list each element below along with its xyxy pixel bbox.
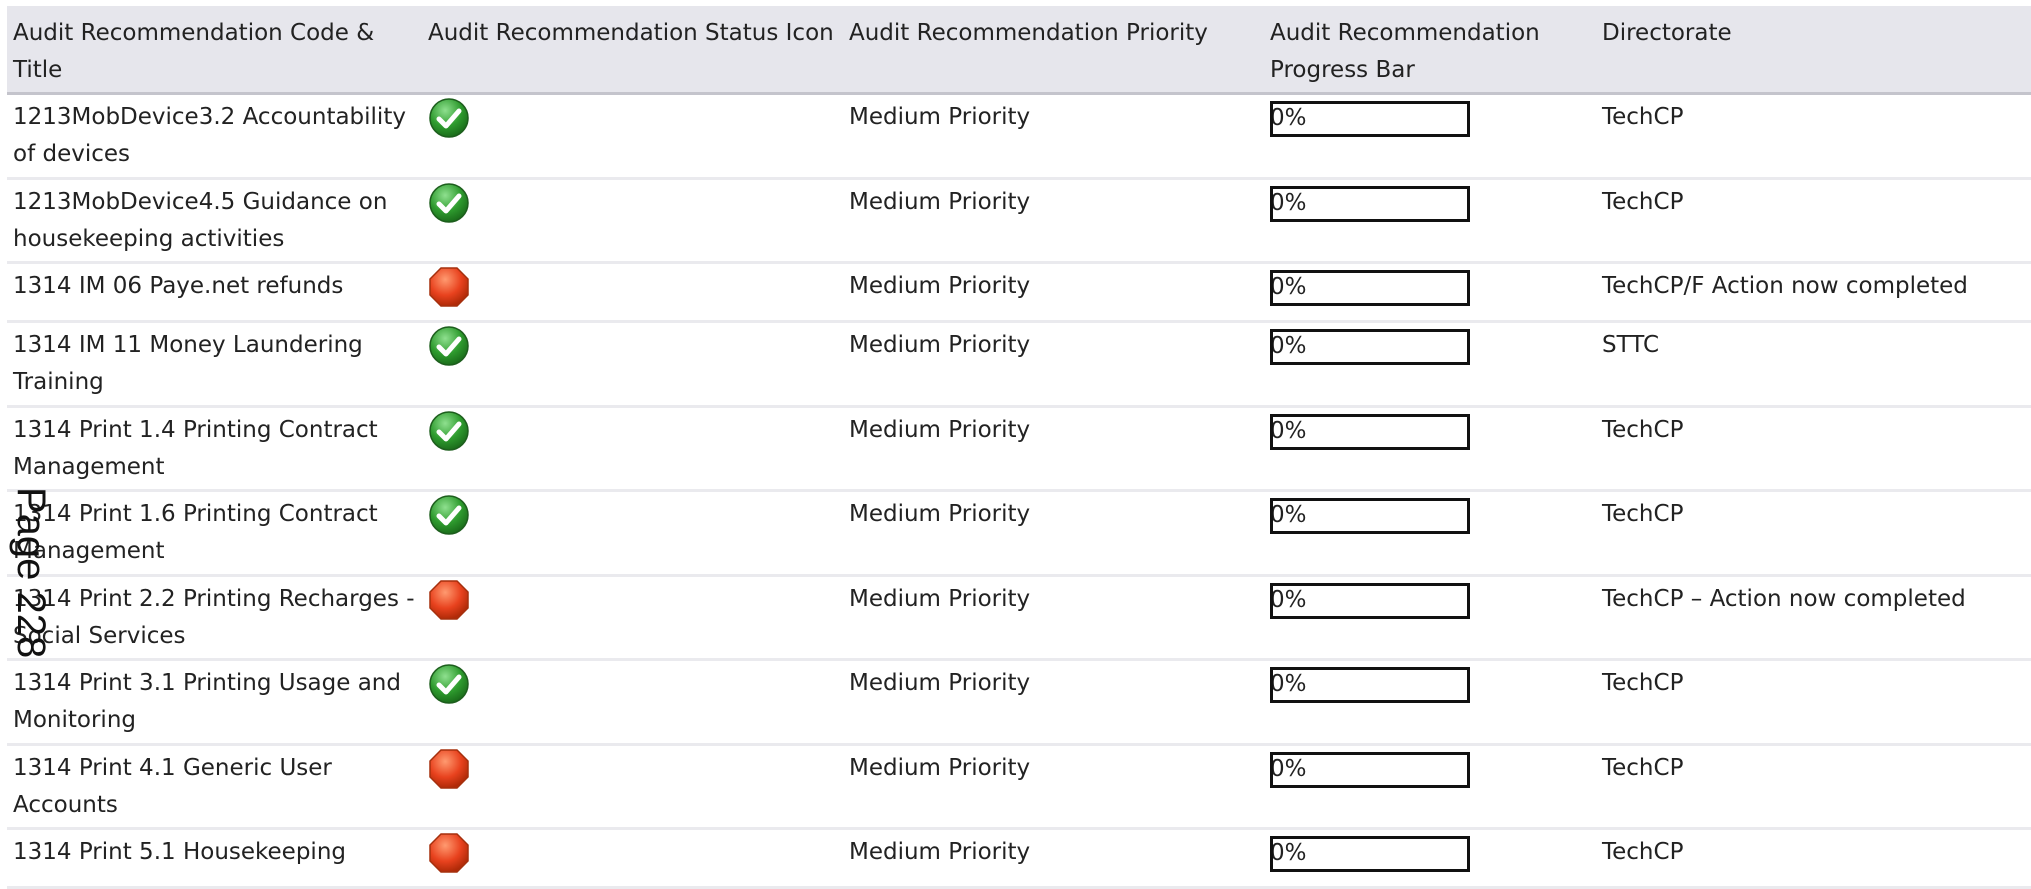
priority-text: Medium Priority (843, 321, 1264, 408)
table-row: 1213MobDevice4.5 Guidance on housekeepin… (7, 178, 2031, 264)
stop-icon (428, 748, 470, 790)
directorate-text: TechCP (1596, 659, 2031, 746)
progress-cell: 0% (1264, 93, 1596, 180)
status-icon-cell (422, 490, 843, 577)
priority-text: Medium Priority (843, 262, 1264, 323)
progress-cell: 0% (1264, 406, 1596, 492)
header-status-icon: Audit Recommendation Status Icon (422, 6, 843, 95)
progress-bar: 0% (1270, 836, 1470, 872)
priority-text: Medium Priority (843, 575, 1264, 661)
directorate-text: TechCP (1596, 490, 2031, 577)
progress-percent: 0% (1270, 586, 1307, 613)
recommendation-code-title: 1314 IM 11 Money Laundering Training (7, 321, 422, 408)
recommendation-code-title: 1314 Print 1.4 Printing Contract Managem… (7, 406, 422, 492)
progress-cell: 0% (1264, 828, 1596, 889)
progress-cell: 0% (1264, 575, 1596, 661)
check-icon (428, 182, 470, 224)
directorate-text: TechCP (1596, 744, 2031, 830)
header-code-title: Audit Recommendation Code & Title (7, 6, 422, 95)
progress-percent: 0% (1270, 274, 1307, 300)
progress-cell: 0% (1264, 744, 1596, 830)
status-icon-cell (422, 93, 843, 180)
recommendation-code-title: 1314 IM 06 Paye.net refunds (7, 262, 422, 323)
progress-bar: 0% (1270, 498, 1470, 534)
recommendation-code-title: 1314 Print 4.1 Generic User Accounts (7, 744, 422, 830)
progress-percent: 0% (1270, 417, 1307, 444)
recommendation-code-title: 1314 Print 3.1 Printing Usage and Monito… (7, 659, 422, 746)
progress-percent: 0% (1270, 840, 1307, 866)
directorate-text: TechCP/F Action now completed (1596, 262, 2031, 323)
table-body: 1213MobDevice3.2 Accountability of devic… (7, 93, 2031, 889)
recommendation-code-title: 1314 Print 5.1 Housekeeping (7, 828, 422, 889)
directorate-text: STTC (1596, 321, 2031, 408)
status-icon-cell (422, 406, 843, 492)
progress-bar: 0% (1270, 413, 1470, 450)
stop-icon (428, 579, 470, 621)
recommendation-code-title: 1213MobDevice4.5 Guidance on housekeepin… (7, 178, 422, 264)
status-icon-cell (422, 744, 843, 830)
priority-text: Medium Priority (843, 406, 1264, 492)
check-icon (428, 410, 470, 452)
check-icon (428, 494, 470, 536)
table-row: 1213MobDevice3.2 Accountability of devic… (7, 93, 2031, 180)
page-number-label: Page 228 (9, 487, 53, 659)
status-icon-cell (422, 178, 843, 264)
progress-bar: 0% (1270, 329, 1470, 365)
progress-bar: 0% (1270, 101, 1470, 137)
table-row: 1314 IM 06 Paye.net refunds Medium Priori… (7, 262, 2031, 323)
recommendation-code-title: 1213MobDevice3.2 Accountability of devic… (7, 93, 422, 180)
directorate-text: TechCP (1596, 828, 2031, 889)
priority-text: Medium Priority (843, 178, 1264, 264)
table-row: 1314 Print 1.4 Printing Contract Managem… (7, 406, 2031, 492)
progress-percent: 0% (1270, 333, 1307, 359)
progress-cell: 0% (1264, 490, 1596, 577)
priority-text: Medium Priority (843, 490, 1264, 577)
recommendation-code-title: 1314 Print 2.2 Printing Recharges - Soci… (7, 575, 422, 661)
progress-cell: 0% (1264, 659, 1596, 746)
recommendation-code-title: 1314 Print 1.6 Printing Contract Managem… (7, 490, 422, 577)
header-directorate: Directorate (1596, 6, 2031, 95)
progress-percent: 0% (1270, 105, 1307, 131)
table-row: 1314 Print 1.6 Printing Contract Managem… (7, 490, 2031, 577)
header-priority: Audit Recommendation Priority (843, 6, 1264, 95)
priority-text: Medium Priority (843, 744, 1264, 830)
progress-percent: 0% (1270, 502, 1307, 528)
directorate-text: TechCP (1596, 178, 2031, 264)
priority-text: Medium Priority (843, 93, 1264, 180)
priority-text: Medium Priority (843, 828, 1264, 889)
status-icon-cell (422, 575, 843, 661)
progress-cell: 0% (1264, 178, 1596, 264)
header-progress-bar: Audit Recommendation Progress Bar (1264, 6, 1596, 95)
progress-bar: 0% (1270, 582, 1470, 619)
priority-text: Medium Priority (843, 659, 1264, 746)
table-row: 1314 Print 3.1 Printing Usage and Monito… (7, 659, 2031, 746)
directorate-text: TechCP (1596, 93, 2031, 180)
stop-icon (428, 832, 470, 874)
progress-bar: 0% (1270, 751, 1470, 788)
status-icon-cell (422, 828, 843, 889)
progress-percent: 0% (1270, 671, 1307, 697)
table-header-row: Audit Recommendation Code & Title Audit … (7, 6, 2031, 95)
check-icon (428, 97, 470, 139)
status-icon-cell (422, 321, 843, 408)
audit-recommendations-table: Audit Recommendation Code & Title Audit … (7, 6, 2031, 889)
progress-bar: 0% (1270, 270, 1470, 306)
status-icon-cell (422, 262, 843, 323)
directorate-text: TechCP – Action now completed (1596, 575, 2031, 661)
progress-cell: 0% (1264, 262, 1596, 323)
progress-bar: 0% (1270, 667, 1470, 703)
table-row: 1314 Print 5.1 Housekeeping Medium Priori… (7, 828, 2031, 889)
check-icon (428, 663, 470, 705)
status-icon-cell (422, 659, 843, 746)
stop-icon (428, 266, 470, 308)
table-row: 1314 Print 2.2 Printing Recharges - Soci… (7, 575, 2031, 661)
directorate-text: TechCP (1596, 406, 2031, 492)
check-icon (428, 325, 470, 367)
table-row: 1314 IM 11 Money Laundering Training Medi… (7, 321, 2031, 408)
progress-bar: 0% (1270, 185, 1470, 222)
progress-cell: 0% (1264, 321, 1596, 408)
table-row: 1314 Print 4.1 Generic User Accounts Medi… (7, 744, 2031, 830)
progress-percent: 0% (1270, 189, 1307, 216)
progress-percent: 0% (1270, 755, 1307, 782)
